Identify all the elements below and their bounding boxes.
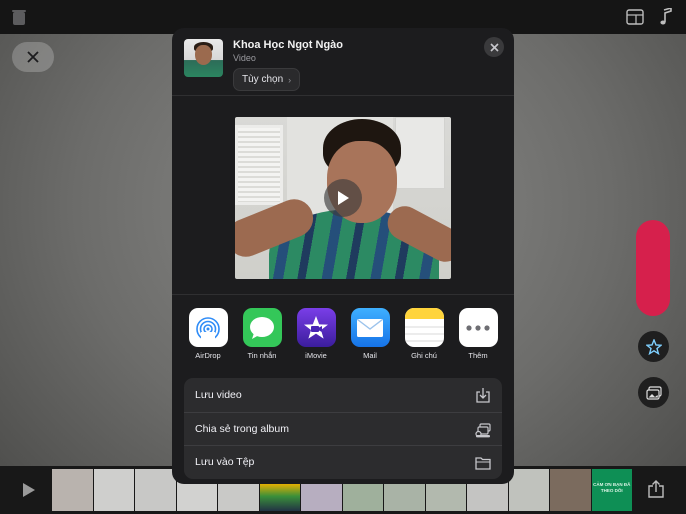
messages-icon xyxy=(242,308,282,347)
share-app-airdrop[interactable]: AirDrop xyxy=(184,308,232,364)
play-video-button[interactable] xyxy=(324,179,362,217)
media-library-button[interactable] xyxy=(638,377,669,408)
airdrop-icon xyxy=(188,308,228,347)
more-icon xyxy=(458,308,498,347)
filmstrip-end-card: CẢM ƠN BẠN ĐÃ THEO DÕI xyxy=(591,469,632,511)
imovie-icon xyxy=(296,308,336,347)
share-item-title: Khoa Học Ngọt Ngào xyxy=(233,39,343,51)
options-button[interactable]: Tùy chọn › xyxy=(233,68,301,91)
play-icon xyxy=(338,191,349,205)
layout-icon[interactable] xyxy=(626,9,644,25)
preview-divider xyxy=(172,294,514,295)
filmstrip-frame xyxy=(52,469,93,511)
video-thumbnail xyxy=(184,39,223,77)
share-app-label: AirDrop xyxy=(195,351,221,360)
share-app-more[interactable]: Thêm xyxy=(454,308,502,364)
mail-icon xyxy=(350,308,390,347)
close-share-sheet-button[interactable] xyxy=(484,37,504,57)
filmstrip-frame xyxy=(93,469,134,511)
share-app-label: Ghi chú xyxy=(411,351,437,360)
share-item-type: Video xyxy=(233,53,256,63)
action-label: Lưu vào Tệp xyxy=(195,456,255,469)
share-app-messages[interactable]: Tin nhắn xyxy=(238,308,286,364)
close-camera-button[interactable] xyxy=(12,42,54,72)
record-button[interactable] xyxy=(636,220,670,316)
folder-icon xyxy=(475,457,491,470)
close-icon xyxy=(489,42,499,52)
trash-icon[interactable] xyxy=(12,9,26,25)
filmstrip-frame xyxy=(550,469,591,511)
share-app-mail[interactable]: Mail xyxy=(346,308,394,364)
effects-button[interactable] xyxy=(638,331,669,362)
filmstrip-frame xyxy=(135,469,176,511)
share-app-label: Thêm xyxy=(468,351,488,360)
share-apps-row: AirDrop Tin nhắn iMovie Mail Ghi chú Thê… xyxy=(180,308,506,364)
photo-library-icon xyxy=(645,385,662,400)
share-sheet: Khoa Học Ngọt Ngào Video Tùy chọn › AirD… xyxy=(172,28,514,484)
play-icon[interactable] xyxy=(22,482,36,498)
shared-album-icon xyxy=(475,422,491,437)
video-preview[interactable] xyxy=(235,117,451,279)
close-icon xyxy=(27,51,39,63)
share-app-label: iMovie xyxy=(305,351,327,360)
music-note-icon[interactable] xyxy=(659,8,673,26)
share-app-notes[interactable]: Ghi chú xyxy=(400,308,448,364)
options-label: Tùy chọn xyxy=(242,74,284,85)
filmstrip-frame xyxy=(508,469,549,511)
share-app-imovie[interactable]: iMovie xyxy=(292,308,340,364)
share-in-album-action[interactable]: Chia sẻ trong album xyxy=(184,411,502,446)
star-effects-icon xyxy=(645,338,662,355)
notes-icon xyxy=(404,308,444,347)
save-video-action[interactable]: Lưu video xyxy=(184,378,502,412)
share-app-label: Tin nhắn xyxy=(247,351,277,360)
share-actions-list: Lưu video Chia sẻ trong album Lưu vào Tệ… xyxy=(184,378,502,479)
action-label: Lưu video xyxy=(195,388,242,401)
chevron-right-icon: › xyxy=(288,74,292,85)
share-app-label: Mail xyxy=(363,351,377,360)
share-icon[interactable] xyxy=(648,480,664,498)
share-sheet-header: Khoa Học Ngọt Ngào Video Tùy chọn › xyxy=(172,28,514,95)
save-download-icon xyxy=(476,388,490,403)
header-divider xyxy=(172,95,514,96)
save-to-files-action[interactable]: Lưu vào Tệp xyxy=(184,445,502,479)
action-label: Chia sẻ trong album xyxy=(195,422,289,435)
